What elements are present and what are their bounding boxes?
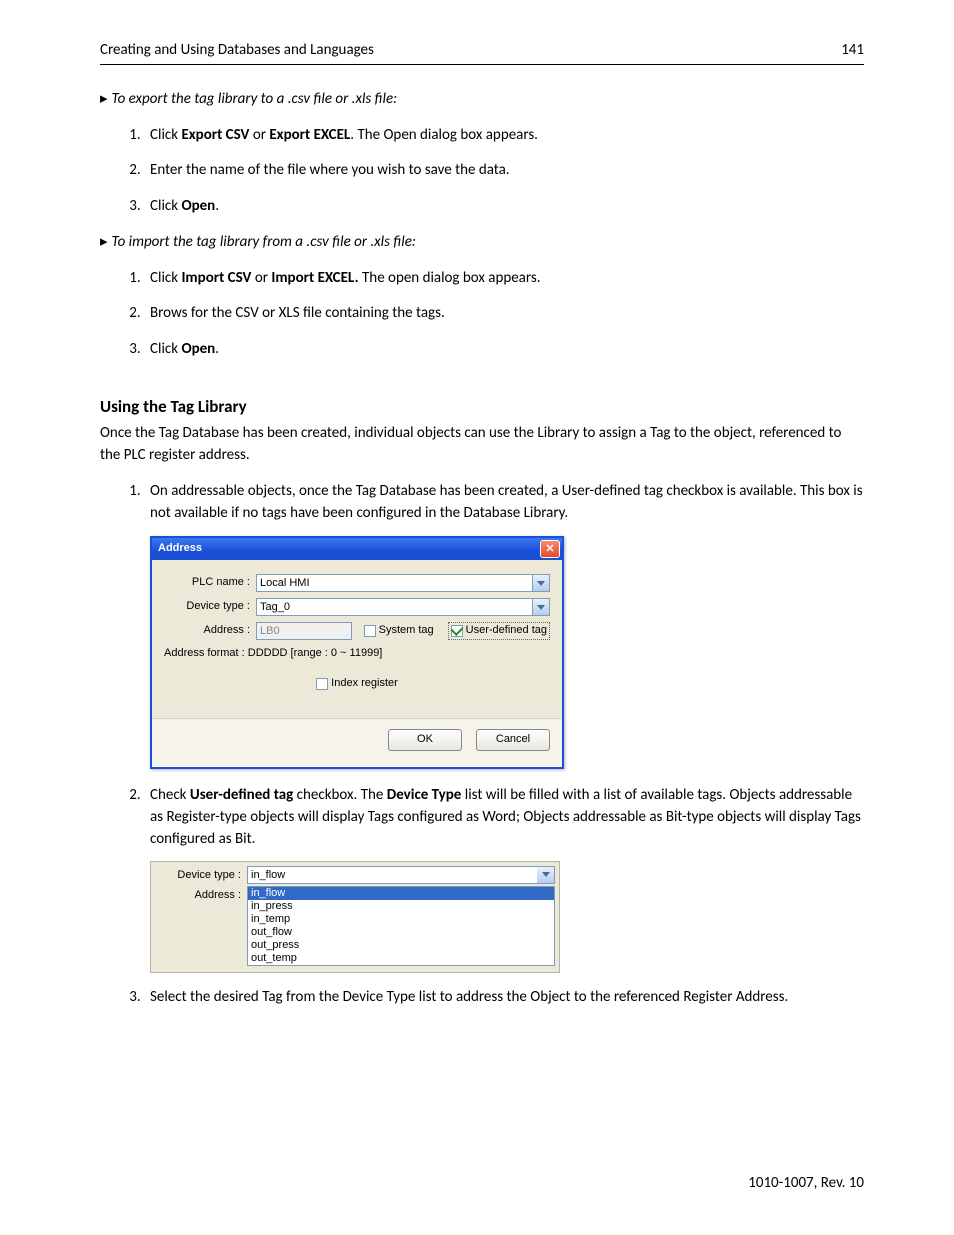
export-step-2: Enter the name of the file where you wis… (144, 160, 864, 182)
list-item[interactable]: out_temp (248, 952, 554, 965)
address-format-text: Address format : DDDDD [range : 0 ~ 1199… (164, 646, 550, 662)
mini-device-type-input[interactable] (247, 866, 537, 884)
address-input[interactable] (256, 622, 352, 640)
mini-device-type-label: Device type : (155, 866, 247, 884)
list-item[interactable]: in_temp (248, 913, 554, 926)
cancel-button[interactable]: Cancel (476, 729, 550, 751)
list-item[interactable]: out_press (248, 939, 554, 952)
import-step-2: Brows for the CSV or XLS file containing… (144, 303, 864, 325)
import-step-3: Click Open. (144, 339, 864, 361)
device-type-input[interactable] (256, 598, 532, 616)
close-icon[interactable]: ✕ (540, 540, 560, 558)
export-heading: ▸To export the tag library to a .csv fil… (100, 89, 864, 111)
export-step-1: Click Export CSV or Export EXCEL. The Op… (144, 125, 864, 147)
section-steps: On addressable objects, once the Tag Dat… (144, 481, 864, 1008)
plc-name-label: PLC name : (164, 575, 256, 591)
triangle-icon: ▸ (100, 90, 108, 108)
index-register-checkbox[interactable]: Index register (316, 676, 398, 692)
section-step-1: On addressable objects, once the Tag Dat… (144, 481, 864, 769)
list-item[interactable]: out_flow (248, 926, 554, 939)
address-dialog: Address ✕ PLC name : Device type : Addre… (150, 536, 564, 769)
user-defined-tag-checkbox[interactable]: User-defined tag (448, 622, 550, 640)
device-type-label: Device type : (164, 599, 256, 615)
dialog-title: Address (158, 541, 202, 557)
section-step-2: Check User-defined tag checkbox. The Dev… (144, 785, 864, 972)
list-item[interactable]: in_flow (248, 887, 554, 900)
section-intro: Once the Tag Database has been created, … (100, 423, 864, 467)
export-steps: Click Export CSV or Export EXCEL. The Op… (144, 125, 864, 218)
mini-address-label: Address : (155, 886, 247, 904)
dialog-titlebar: Address ✕ (152, 538, 562, 560)
page-header: Creating and Using Databases and Languag… (100, 40, 864, 65)
export-step-3: Click Open. (144, 196, 864, 218)
mini-dropdown-icon[interactable] (537, 866, 555, 884)
device-dropdown-icon[interactable] (532, 598, 550, 616)
address-label: Address : (164, 623, 256, 639)
triangle-icon: ▸ (100, 233, 108, 251)
import-step-1: Click Import CSV or Import EXCEL. The op… (144, 268, 864, 290)
ok-button[interactable]: OK (388, 729, 462, 751)
import-heading: ▸To import the tag library from a .csv f… (100, 232, 864, 254)
chapter-title: Creating and Using Databases and Languag… (100, 40, 374, 62)
section-heading: Using the Tag Library (100, 395, 864, 420)
list-item[interactable]: in_press (248, 900, 554, 913)
footer-revision: 1010-1007, Rev. 10 (748, 1173, 864, 1195)
plc-dropdown-icon[interactable] (532, 574, 550, 592)
import-steps: Click Import CSV or Import EXCEL. The op… (144, 268, 864, 361)
section-step-3: Select the desired Tag from the Device T… (144, 987, 864, 1009)
system-tag-checkbox[interactable]: System tag (364, 622, 434, 640)
page-number: 141 (841, 40, 864, 62)
plc-name-input[interactable] (256, 574, 532, 592)
device-type-options-list[interactable]: in_flow in_press in_temp out_flow out_pr… (247, 886, 555, 966)
device-type-dropdown-panel: Device type : Address : in_flow in_press… (150, 861, 560, 973)
